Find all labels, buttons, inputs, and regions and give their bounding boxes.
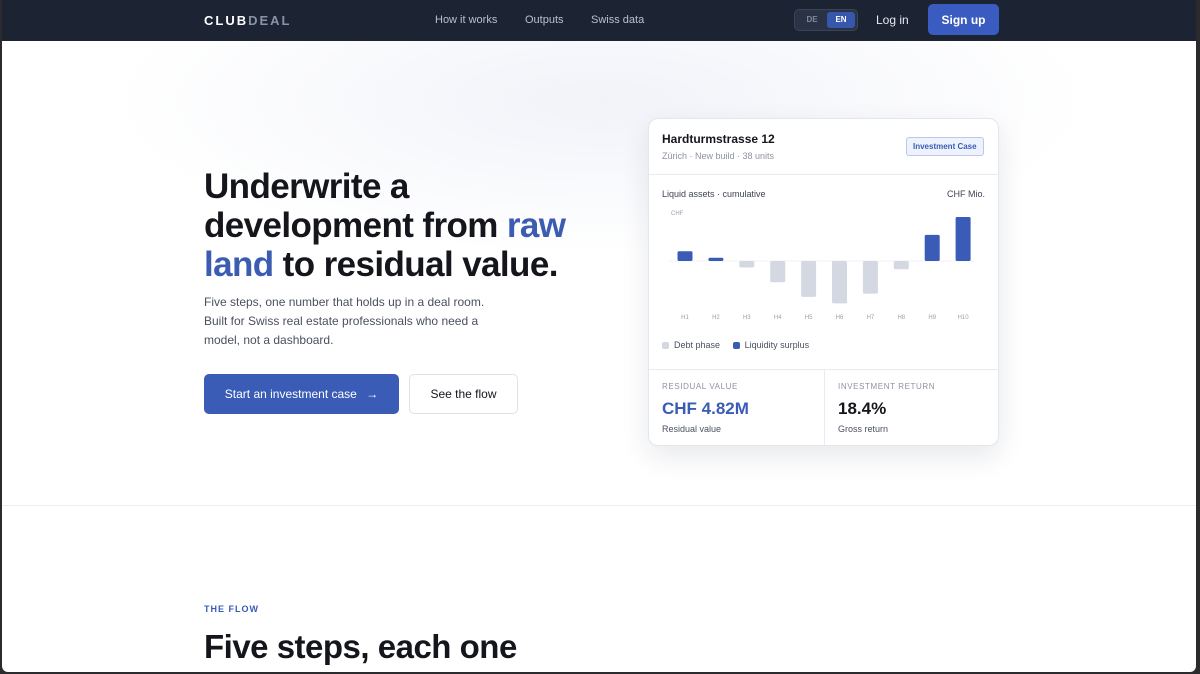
- hero-title: Underwrite a development from raw land t…: [204, 167, 604, 284]
- property-title: Hardturmstrasse 12: [662, 132, 775, 146]
- residual-value-amount: CHF 4.82M: [662, 399, 749, 418]
- investment-case-badge: Investment Case: [906, 137, 984, 156]
- hero-section: Underwrite a development from raw land t…: [2, 41, 1196, 505]
- clubdeal-logo[interactable]: CLUBDEAL: [204, 13, 292, 28]
- chart-tick-h3: H3: [743, 315, 751, 321]
- top-nav: CLUBDEAL How it works Outputs Swiss data…: [2, 0, 1196, 41]
- logo-strong: CLUB: [204, 13, 249, 28]
- legend-swatch-debt: [662, 342, 669, 349]
- flow-section-title: Five steps, each one: [204, 628, 517, 665]
- login-link[interactable]: Log in: [876, 13, 909, 27]
- chart-unit: CHF Mio.: [947, 189, 985, 199]
- chart-bar-h7: [862, 261, 878, 294]
- nav-link-swiss-data[interactable]: Swiss data: [591, 14, 644, 26]
- flow-section-tag: THE FLOW: [204, 604, 259, 614]
- hero-title-part2: to residual value.: [273, 245, 559, 284]
- investment-return-amount: 18.4%: [838, 399, 887, 418]
- chart-label: Liquid assets · cumulative: [662, 189, 766, 199]
- see-the-flow-button[interactable]: See the flow: [409, 374, 518, 414]
- chart-bar-h2: [708, 257, 724, 261]
- chart-tick-h4: H4: [774, 315, 782, 321]
- stats-divider: [824, 369, 825, 447]
- chart-tick-h1: H1: [681, 315, 689, 321]
- lang-de-button[interactable]: DE: [798, 12, 826, 28]
- chart-bar-h5: [801, 261, 817, 297]
- signup-button[interactable]: Sign up: [928, 4, 999, 35]
- nav-link-outputs[interactable]: Outputs: [525, 14, 564, 26]
- chart-y-label: CHF: [671, 211, 684, 217]
- arrow-right-icon: →: [366, 387, 379, 401]
- chart-bar-h6: [832, 261, 847, 304]
- card-divider: [649, 174, 998, 175]
- chart-bar-h8: [893, 261, 909, 270]
- browser-viewport: CLUBDEAL How it works Outputs Swiss data…: [2, 0, 1196, 672]
- investment-case-card: Hardturmstrasse 12 Zürich · New build · …: [648, 118, 999, 447]
- chart-bar-h10: [955, 217, 971, 261]
- lang-en-button[interactable]: EN: [827, 12, 855, 28]
- language-switcher: DE EN: [794, 9, 858, 31]
- start-investment-case-button[interactable]: Start an investment case →: [204, 374, 399, 414]
- chart-tick-h6: H6: [836, 315, 844, 321]
- chart-bar-h3: [739, 261, 755, 268]
- legend-label-debt: Debt phase: [674, 340, 721, 350]
- chart-ticks: H1 H2 H3 H4 H5 H6 H7 H8 H9 H10: [681, 315, 969, 321]
- chart-bar-h9: [924, 234, 940, 261]
- chart-tick-h7: H7: [867, 315, 875, 321]
- nav-link-how-it-works[interactable]: How it works: [435, 14, 497, 26]
- chart-tick-h10: H10: [958, 315, 970, 321]
- logo-dim: DEAL: [248, 13, 292, 28]
- chart-bars: [677, 217, 971, 304]
- hero-title-part1: Underwrite a development from: [204, 167, 507, 245]
- hero-subtitle: Five steps, one number that holds up in …: [204, 295, 485, 347]
- investment-return-caption: INVESTMENT RETURN: [838, 382, 936, 391]
- chart-tick-h9: H9: [928, 315, 936, 321]
- residual-value-caption: RESIDUAL VALUE: [662, 382, 738, 391]
- legend-item-liquidity-surplus: Liquidity surplus: [732, 340, 810, 350]
- liquidity-chart: CHF H1 H2 H3 H4 H5 H6 H7 H8 H9 H10: [669, 211, 974, 321]
- chart-tick-h2: H2: [712, 315, 720, 321]
- investment-return-sub: Gross return: [838, 424, 889, 434]
- chart-legend: Debt phase Liquidity surplus: [662, 340, 819, 350]
- legend-item-debt-phase: Debt phase: [662, 340, 720, 350]
- chart-tick-h5: H5: [805, 315, 813, 321]
- chart-bar-h4: [770, 261, 786, 283]
- section-divider: [2, 505, 1196, 506]
- legend-swatch-surplus: [732, 342, 740, 349]
- start-investment-case-label: Start an investment case: [224, 387, 357, 401]
- chart-bar-h1: [677, 251, 693, 261]
- residual-value-sub: Residual value: [662, 424, 722, 434]
- chart-tick-h8: H8: [897, 315, 905, 321]
- property-meta: Zürich · New build · 38 units: [662, 151, 775, 161]
- legend-label-surplus: Liquidity surplus: [744, 340, 810, 350]
